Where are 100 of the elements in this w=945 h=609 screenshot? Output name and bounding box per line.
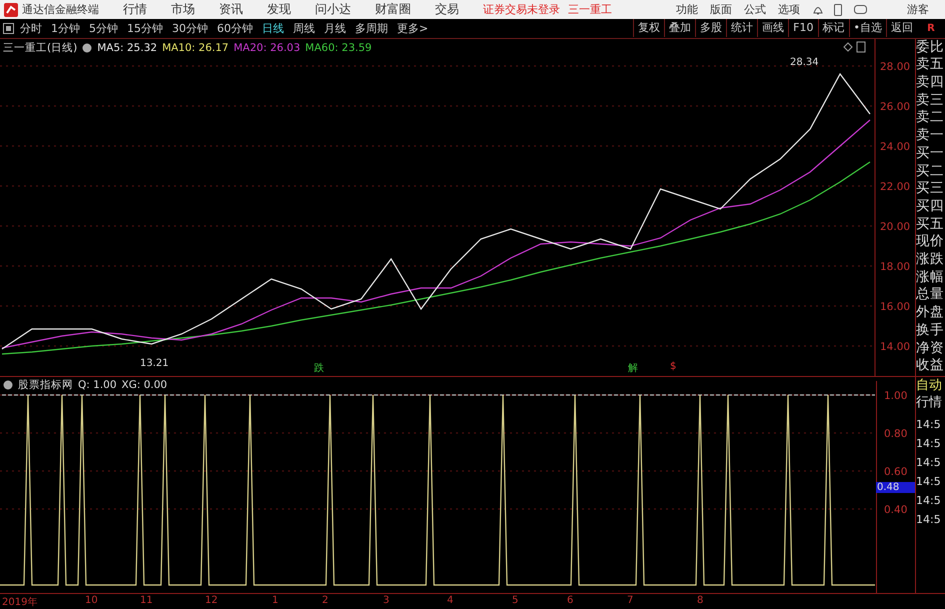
phone-icon[interactable] [834, 4, 842, 16]
time-axis-label: 3 [383, 594, 390, 606]
period-tab[interactable]: 周线 [293, 20, 315, 36]
high-price-label: 28.34 [790, 56, 819, 68]
ma-value: MA5: 25.32 [97, 42, 158, 54]
time-axis-label: 6 [567, 594, 574, 606]
tool-menu-item[interactable]: 版面 [710, 2, 732, 18]
stock-name: 三一重工 [568, 2, 612, 18]
tick-panel-title: 自动 [916, 376, 943, 394]
app-logo-icon [4, 2, 18, 17]
tick-time: 14:5 [916, 474, 942, 490]
indicator-value: Q: 1.00 [78, 378, 117, 391]
quote-label: 买一 [916, 144, 945, 162]
quote-label: 委比 [916, 38, 945, 56]
low-price-label: 13.21 [140, 358, 169, 369]
time-axis-label: 1 [272, 594, 278, 606]
period-tab[interactable]: 多周期 [355, 20, 388, 36]
toolbar-button[interactable]: 多股 [695, 19, 726, 38]
period-tab[interactable]: 更多> [397, 20, 428, 36]
price-axis-label: 26.00 [880, 100, 910, 113]
signal-marker: 解 [628, 362, 638, 375]
toolbar-button[interactable]: 叠加 [664, 19, 696, 38]
circle-menu-icon[interactable] [82, 42, 92, 53]
menu-item[interactable]: 问小达 [315, 1, 351, 18]
quote-label: 收益 [916, 357, 945, 375]
price-axis-label: 28.00 [880, 60, 910, 73]
indicator-axis-label: 0.40 [884, 504, 908, 516]
quote-label: 总量 [916, 286, 945, 304]
tick-time: 14:5 [916, 492, 942, 509]
period-tab[interactable]: 30分钟 [172, 20, 208, 36]
menu-item[interactable]: 发现 [267, 1, 291, 18]
menu-item[interactable]: 行情 [123, 1, 147, 18]
toolbar-button[interactable]: 画线 [757, 19, 788, 38]
period-tab[interactable]: 日线 [262, 20, 284, 36]
quote-label: 外盘 [916, 304, 945, 322]
tool-menu-item[interactable]: 功能 [676, 2, 698, 18]
signal-marker: 跌 [314, 362, 324, 375]
menu-item[interactable]: 财富圈 [375, 1, 411, 18]
tool-menu-item[interactable]: 公式 [744, 2, 766, 18]
indicator-name: 股票指标网 [18, 378, 73, 392]
tick-panel-title: 行情 [916, 394, 943, 411]
time-axis-label: 10 [85, 594, 98, 606]
indicator-value: XG: 0.00 [122, 378, 168, 391]
period-tab[interactable]: 月线 [324, 20, 346, 36]
ma-value: MA60: 23.59 [305, 42, 372, 54]
current-value-tag: 0.48 [876, 482, 915, 493]
price-axis-label: 18.00 [880, 260, 910, 273]
time-axis-label: 4 [447, 594, 454, 606]
login-status[interactable]: 证券交易未登录 [483, 2, 560, 18]
price-axis-label: 24.00 [880, 140, 910, 153]
chart-title: 三一重工(日线) [3, 40, 78, 55]
menu-item[interactable]: 资讯 [219, 1, 243, 18]
tool-menu-item[interactable]: 选项 [778, 2, 800, 18]
price-axis-label: 14.00 [880, 340, 910, 353]
tick-time: 14:5 [916, 454, 942, 471]
time-axis-label: 5 [512, 594, 518, 606]
toolbar-button[interactable]: 统计 [726, 19, 758, 38]
tick-time: 14:5 [916, 416, 942, 433]
tick-time: 14:5 [916, 512, 942, 528]
quote-label: 卖四 [916, 74, 945, 92]
quote-label: 卖一 [916, 127, 945, 145]
toolbar-button[interactable]: F10 [788, 19, 818, 38]
user-name[interactable]: 游客 [907, 2, 929, 18]
quote-label: 涨跌 [916, 251, 945, 269]
quote-label: 卖二 [916, 109, 945, 128]
signal-marker: $ [670, 360, 676, 372]
quote-label: 卖三 [916, 92, 945, 110]
menu-item[interactable]: 市场 [171, 1, 195, 18]
toolbar-button[interactable]: 复权 [633, 19, 664, 38]
time-axis-label: 12 [205, 594, 218, 606]
indicator-axis-label: 0.60 [884, 466, 908, 478]
quote-label: 现价 [916, 233, 945, 252]
indicator-axis-label: 1.00 [884, 390, 908, 402]
period-tab[interactable]: 5分钟 [89, 20, 118, 36]
chart-options-icon[interactable] [843, 41, 866, 52]
quote-label: 卖五 [916, 56, 945, 74]
toolbar-button[interactable]: 返回 [886, 19, 917, 38]
time-axis-label: 2 [322, 594, 328, 606]
period-tab[interactable]: 1分钟 [51, 20, 80, 36]
panel-toggle-icon[interactable] [3, 22, 14, 34]
tick-time: 14:5 [916, 436, 942, 452]
time-axis-label: 11 [140, 594, 153, 606]
quote-label: 净资 [916, 340, 945, 358]
price-axis-label: 16.00 [880, 300, 910, 313]
toolbar-button[interactable]: •自选 [848, 19, 886, 38]
quote-label: 买二 [916, 162, 945, 180]
time-axis-label: 7 [627, 594, 634, 606]
indicator-axis-label: 0.80 [884, 428, 908, 440]
quote-label: 换手 [916, 322, 945, 340]
ma-value: MA20: 26.03 [234, 42, 300, 54]
quote-label: 买四 [916, 198, 945, 216]
quote-label: 买三 [916, 180, 945, 198]
period-tab[interactable]: 15分钟 [127, 20, 163, 36]
circle-menu-icon[interactable] [3, 380, 13, 390]
message-icon[interactable] [854, 4, 867, 15]
period-tab[interactable]: 60分钟 [217, 20, 253, 36]
price-axis-label: 20.00 [880, 220, 910, 233]
menu-item[interactable]: 交易 [435, 1, 459, 18]
period-tab[interactable]: 分时 [20, 20, 42, 36]
toolbar-button[interactable]: 标记 [818, 19, 848, 38]
